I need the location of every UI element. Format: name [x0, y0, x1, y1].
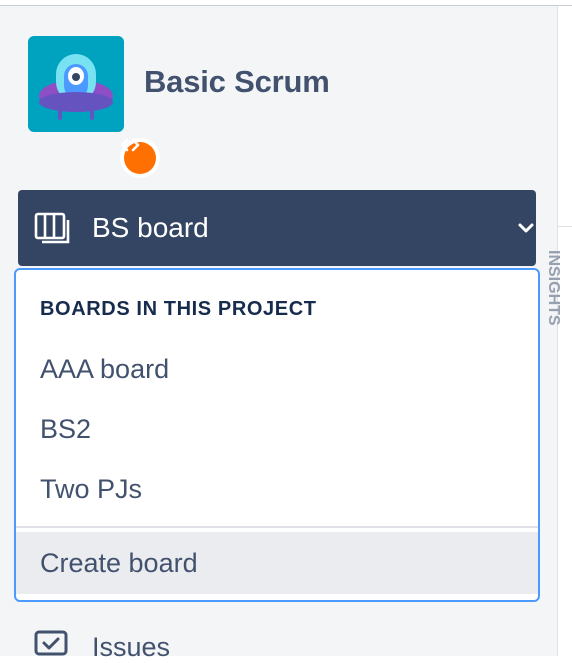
board-option-aaa-board[interactable]: AAA board	[16, 340, 538, 398]
dropdown-divider	[16, 526, 538, 528]
sidebar-item-issues[interactable]: Issues	[92, 632, 170, 663]
right-panel-vertical-label[interactable]: INSIGHTS	[544, 250, 562, 326]
board-option-two-pjs[interactable]: Two PJs	[16, 460, 538, 518]
board-columns-icon	[34, 212, 70, 244]
right-panel	[558, 6, 572, 656]
board-selector-label: BS board	[92, 212, 209, 243]
ufo-robot-icon	[39, 54, 113, 120]
boards-dropdown: BOARDS IN THIS PROJECT AAA board BS2 Two…	[14, 268, 540, 602]
right-panel-divider	[558, 226, 572, 227]
code-brackets-icon	[120, 138, 160, 178]
project-avatar[interactable]	[28, 36, 160, 178]
dropdown-heading: BOARDS IN THIS PROJECT	[40, 298, 317, 320]
board-selector-button[interactable]: BS board	[18, 190, 536, 266]
project-title[interactable]: Basic Scrum	[144, 64, 330, 100]
board-option-bs2[interactable]: BS2	[16, 400, 538, 458]
create-board-button[interactable]: Create board	[16, 532, 538, 594]
chevron-down-icon	[518, 223, 534, 233]
